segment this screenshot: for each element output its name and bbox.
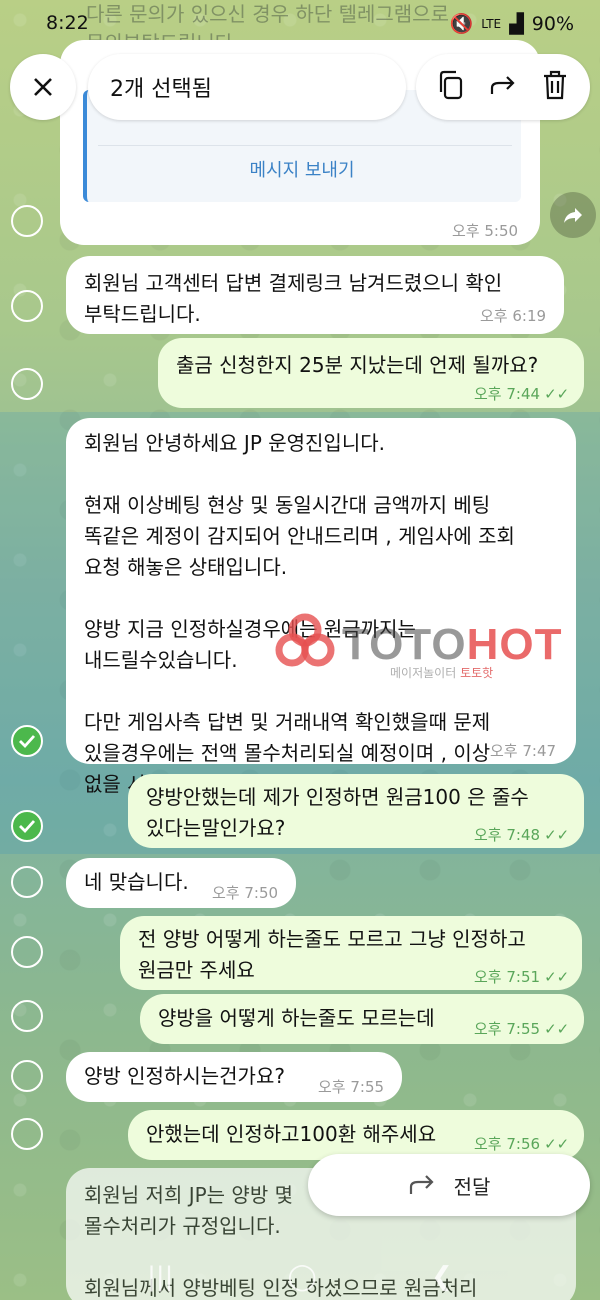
select-checkbox[interactable] [11, 1000, 43, 1032]
checkmark-icon [19, 735, 36, 749]
message-time: 오후 7:48 [474, 826, 541, 844]
status-bar: 8:22 🔇 LTE ▟ 90% [0, 0, 600, 46]
forward-button[interactable]: 전달 [308, 1154, 590, 1216]
message-time: 오후 7:44 [474, 385, 541, 403]
signal-icon: ▟ [509, 12, 524, 35]
message-text: 전 양방 어떻게 하는줄도 모르고 그냥 인정하고 원금만 주세요 [138, 927, 526, 982]
select-checkbox[interactable] [11, 936, 43, 968]
status-time: 8:22 [46, 12, 89, 34]
select-checkbox[interactable] [11, 368, 43, 400]
message-time: 오후 7:47 [490, 742, 557, 760]
watermark: TOTOHOT 메이저놀이터 토토핫 [270, 608, 600, 688]
network-label: LTE [481, 16, 502, 31]
send-message-link[interactable]: 메시지 보내기 [83, 156, 521, 182]
select-checkbox-checked[interactable] [11, 810, 43, 842]
status-icons: 🔇 LTE ▟ 90% [449, 12, 574, 36]
message-text: 양방안했는데 제가 인정하면 원금100 은 줄수 있다는말인가요? [146, 785, 529, 840]
forward-shortcut-button[interactable] [550, 192, 596, 238]
watermark-brand-b: HOT [466, 620, 563, 669]
watermark-brand-a: TOTO [342, 620, 467, 669]
double-check-icon: ✓✓ [544, 1134, 570, 1153]
system-nav-bar: ||| ◯ ❮ [0, 1254, 600, 1300]
copy-button[interactable] [438, 70, 464, 104]
message-time: 오후 5:50 [452, 222, 519, 240]
message-text: 안했는데 인정하고100환 해주세요 [146, 1122, 437, 1146]
message-text: 네 맞습니다. [84, 870, 189, 894]
select-checkbox[interactable] [11, 1118, 43, 1150]
double-check-icon: ✓✓ [544, 1019, 570, 1038]
message-time: 오후 7:55 [474, 1020, 541, 1038]
message-time: 오후 7:51 [474, 968, 541, 986]
watermark-logo-icon [275, 613, 335, 667]
trash-icon [543, 70, 566, 100]
battery-label: 90% [531, 12, 574, 35]
mute-icon: 🔇 [449, 13, 474, 35]
message-time-row: 오후 7:51 ✓✓ [474, 966, 569, 987]
checkmark-icon [19, 820, 36, 834]
copy-icon [440, 70, 463, 100]
watermark-sub-a: 메이저놀이터 [390, 666, 457, 680]
message-time: 오후 7:50 [212, 884, 279, 902]
double-check-icon: ✓✓ [544, 825, 570, 844]
selection-toolbar: 2개 선택됨 [10, 54, 590, 120]
watermark-sub-b: 토토핫 [460, 666, 494, 680]
close-icon [34, 78, 52, 96]
message-time: 오후 7:55 [318, 1078, 385, 1096]
back-button[interactable]: ❮ [431, 1262, 453, 1292]
forward-arrow-icon [409, 1175, 434, 1194]
delete-button[interactable] [542, 70, 568, 104]
double-check-icon: ✓✓ [544, 967, 570, 986]
select-checkbox[interactable] [11, 866, 43, 898]
message-text: 양방 인정하시는건가요? [84, 1064, 285, 1088]
message-time-row: 오후 7:44 ✓✓ [474, 383, 569, 404]
selection-count: 2개 선택됨 [110, 77, 212, 102]
message-time-row: 오후 7:55 ✓✓ [474, 1018, 569, 1039]
message-text: 회원님 고객센터 답변 결제링크 남겨드렸으니 확인 부탁드립니다. [84, 271, 503, 326]
message-text: 출금 신청한지 25분 지났는데 언제 될까요? [176, 353, 539, 377]
message-time-row: 오후 7:48 ✓✓ [474, 824, 569, 845]
select-checkbox[interactable] [11, 1060, 43, 1092]
message-time: 오후 6:19 [480, 307, 547, 325]
message-time: 오후 7:56 [474, 1135, 541, 1153]
forward-icon [490, 76, 515, 94]
double-check-icon: ✓✓ [544, 384, 570, 403]
selection-actions [416, 54, 590, 120]
message-text: 양방을 어떻게 하는줄도 모르는데 [158, 1006, 435, 1030]
card-divider [98, 145, 512, 146]
select-checkbox[interactable] [11, 290, 43, 322]
message-time-row: 오후 7:56 ✓✓ [474, 1133, 569, 1154]
recent-apps-button[interactable]: ||| [147, 1262, 173, 1292]
forward-label: 전달 [453, 1174, 491, 1199]
message-bubble[interactable]: 회원님 안녕하세요 JP 운영진입니다. 현재 이상베팅 현상 및 동일시간대 … [66, 418, 576, 796]
select-checkbox-checked[interactable] [11, 725, 43, 757]
select-checkbox[interactable] [11, 205, 43, 237]
home-button[interactable]: ◯ [288, 1262, 317, 1292]
share-arrow-icon [564, 208, 582, 223]
forward-action-button[interactable] [489, 72, 517, 102]
close-selection-button[interactable] [10, 54, 76, 120]
selection-count-pill: 2개 선택됨 [88, 54, 406, 120]
